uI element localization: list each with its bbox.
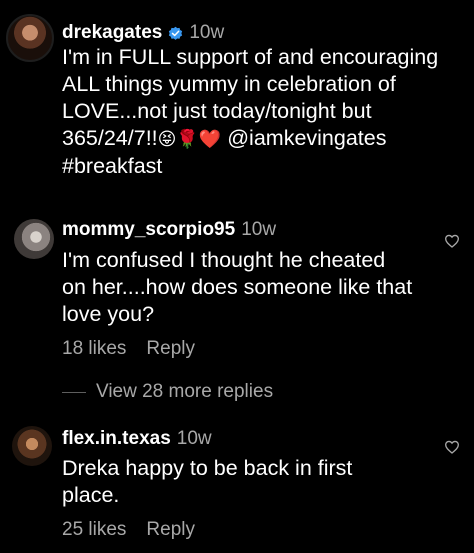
comment-header: mommy_scorpio95 10w xyxy=(62,219,276,241)
view-more-replies-button[interactable]: View 28 more replies xyxy=(62,381,273,403)
comment-line: love you? xyxy=(62,302,155,326)
comment-time: 10w xyxy=(241,219,277,240)
avatar-drekagates[interactable] xyxy=(6,14,54,62)
comment-text: I'm confused I thought he cheated on her… xyxy=(62,247,438,328)
avatar-mommy-scorpio95[interactable] xyxy=(14,219,54,259)
heart-icon[interactable] xyxy=(444,233,460,249)
comment-line: Dreka happy to be back in first xyxy=(62,456,353,480)
verified-badge-icon xyxy=(169,26,183,40)
comment-meta: 18 likes Reply xyxy=(62,338,195,360)
comment-text: Dreka happy to be back in first place. xyxy=(62,455,438,509)
post-username[interactable]: drekagates xyxy=(62,22,162,44)
likes-count[interactable]: 18 likes xyxy=(62,338,126,360)
comment-username[interactable]: mommy_scorpio95 xyxy=(62,219,235,241)
reply-button[interactable]: Reply xyxy=(146,519,195,541)
heart-icon[interactable] xyxy=(444,439,460,455)
avatar-flex-in-texas[interactable] xyxy=(12,426,52,466)
caption-line: 365/24/7!!😝🌹❤️ @iamkevingates xyxy=(62,125,460,153)
view-more-replies-label: View 28 more replies xyxy=(96,381,274,402)
caption-line: LOVE...not just today/tonight but xyxy=(62,99,372,123)
comment-line: I'm confused I thought he cheated xyxy=(62,248,386,272)
hashtag-link[interactable]: #breakfast xyxy=(62,153,460,180)
comment-line: place. xyxy=(62,483,120,507)
post-header: drekagates 10w xyxy=(62,22,224,44)
caption-line: ALL things yummy in celebration of xyxy=(62,72,396,96)
comment-header: flex.in.texas 10w xyxy=(62,428,212,450)
caption-text: 365/24/7!! xyxy=(62,126,158,150)
divider-line xyxy=(62,391,86,393)
comment-line: on her....how does someone like that xyxy=(62,275,413,299)
comment-meta: 25 likes Reply xyxy=(62,519,195,541)
caption-emojis: 😝🌹❤️ xyxy=(157,129,222,150)
likes-count[interactable]: 25 likes xyxy=(62,519,126,541)
mention-link[interactable]: @iamkevingates xyxy=(227,126,386,150)
comment-time: 10w xyxy=(176,428,212,449)
reply-button[interactable]: Reply xyxy=(146,338,195,360)
post-time: 10w xyxy=(189,22,225,43)
post-caption: I'm in FULL support of and encouraging A… xyxy=(62,44,460,180)
comment-username[interactable]: flex.in.texas xyxy=(62,428,171,450)
caption-line: I'm in FULL support of and encouraging xyxy=(62,45,439,69)
